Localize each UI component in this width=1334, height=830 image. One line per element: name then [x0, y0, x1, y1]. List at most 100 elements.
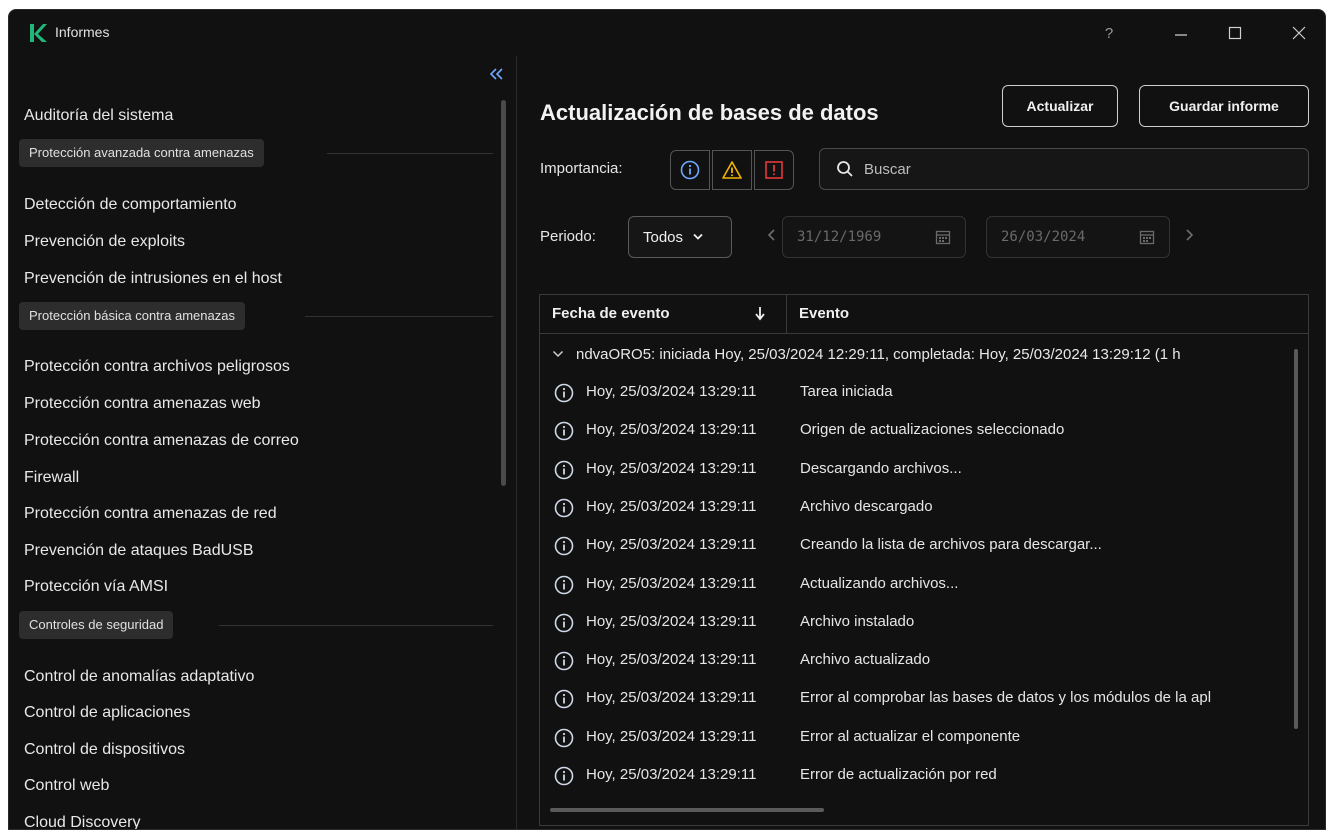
kaspersky-logo-icon — [30, 24, 47, 42]
sidebar-item-host-intrusion-prevention[interactable]: Prevención de intrusiones en el host — [24, 270, 282, 288]
sidebar-item-web-control[interactable]: Control web — [24, 777, 109, 795]
table-row[interactable]: Hoy, 25/03/2024 13:29:11 Error de actuali… — [540, 756, 1296, 794]
sidebar-scrollbar[interactable] — [501, 100, 506, 486]
column-event-date[interactable]: Fecha de evento — [552, 305, 670, 322]
event-date-cell: Hoy, 25/03/2024 13:29:11 — [586, 383, 757, 400]
info-icon — [554, 575, 574, 599]
help-button[interactable]: ? — [1089, 18, 1129, 48]
title-bar: Informes ? — [9, 10, 1325, 56]
column-divider[interactable] — [786, 295, 787, 334]
event-date-cell: Hoy, 25/03/2024 13:29:11 — [586, 536, 757, 554]
event-date-cell: Hoy, 25/03/2024 13:29:11 — [586, 689, 757, 707]
event-cell: Error de actualización por red — [800, 766, 997, 783]
sidebar-item-adaptive-anomaly-control[interactable]: Control de anomalías adaptativo — [24, 668, 254, 686]
filter-critical-toggle[interactable] — [754, 150, 794, 190]
table-row[interactable]: Hoy, 25/03/2024 13:29:11 Error al comprob… — [540, 679, 1296, 717]
sidebar-section-basic-protection: Protección básica contra amenazas — [19, 302, 245, 330]
sidebar-item-application-control[interactable]: Control de aplicaciones — [24, 704, 190, 722]
sidebar-item-file-threat-protection[interactable]: Protección contra archivos peligrosos — [24, 358, 290, 376]
info-icon — [554, 421, 574, 445]
event-cell: Origen de actualizaciones seleccionado — [800, 421, 1065, 439]
close-icon — [1292, 26, 1306, 40]
event-date-cell: Hoy, 25/03/2024 13:29:11 — [586, 612, 757, 630]
sidebar-item-behavior-detection[interactable]: Detección de comportamiento — [24, 196, 237, 214]
task-group-row[interactable]: ndvaORO5: iniciada Hoy, 25/03/2024 12:29… — [540, 335, 1300, 373]
maximize-icon — [1228, 26, 1242, 40]
table-row[interactable]: Hoy, 25/03/2024 13:29:11 Origen de actual… — [540, 411, 1296, 449]
date-to-field[interactable]: 26/03/2024 — [986, 216, 1170, 258]
filter-warning-toggle[interactable] — [712, 150, 752, 190]
maximize-button[interactable] — [1215, 18, 1255, 48]
sidebar-item-exploit-prevention[interactable]: Prevención de exploits — [24, 233, 185, 251]
event-date-cell: Hoy, 25/03/2024 13:29:11 — [586, 459, 757, 477]
table-row[interactable]: Hoy, 25/03/2024 13:29:11 Creando la lista… — [540, 526, 1296, 564]
table-row[interactable]: Hoy, 25/03/2024 13:29:11 Tarea iniciada — [540, 373, 1296, 411]
search-input[interactable] — [864, 160, 1264, 178]
task-group-label: ndvaORO5: iniciada Hoy, 25/03/2024 12:29… — [576, 345, 1181, 363]
sidebar-item-amsi-protection[interactable]: Protección vía AMSI — [24, 578, 168, 596]
info-icon — [554, 651, 574, 675]
table-row[interactable]: Hoy, 25/03/2024 13:29:11 Archivo descarga… — [540, 488, 1296, 526]
chevron-left-icon — [767, 229, 775, 241]
event-cell: Error al comprobar las bases de datos y … — [800, 689, 1212, 707]
warning-icon — [722, 161, 742, 179]
update-button[interactable]: Actualizar — [1002, 85, 1118, 127]
info-icon — [680, 160, 700, 180]
sidebar-item-badusb-prevention[interactable]: Prevención de ataques BadUSB — [24, 542, 253, 560]
calendar-icon — [1139, 230, 1155, 245]
main-panel: Actualización de bases de datos Actualiz… — [518, 56, 1325, 829]
save-report-button[interactable]: Guardar informe — [1139, 85, 1309, 127]
importance-label: Importancia: — [540, 160, 623, 177]
sidebar-section-security-controls: Controles de seguridad — [19, 611, 174, 639]
event-date-cell: Hoy, 25/03/2024 13:29:11 — [586, 574, 757, 592]
event-date-cell: Hoy, 25/03/2024 13:29:11 — [586, 421, 757, 439]
sidebar-item-network-threat-protection[interactable]: Protección contra amenazas de red — [24, 505, 277, 523]
sidebar-item-system-audit[interactable]: Auditoría del sistema — [24, 107, 173, 125]
section-divider — [305, 316, 493, 317]
close-button[interactable] — [1279, 18, 1319, 48]
sidebar-section-advanced-protection: Protección avanzada contra amenazas — [19, 139, 264, 167]
period-select[interactable]: Todos — [628, 216, 732, 258]
next-period-button[interactable] — [1184, 228, 1194, 247]
page-title: Actualización de bases de datos — [540, 100, 879, 125]
table-horizontal-scrollbar[interactable] — [550, 808, 824, 812]
search-box[interactable] — [819, 148, 1309, 190]
chevron-down-icon — [693, 233, 703, 240]
table-row[interactable]: Hoy, 25/03/2024 13:29:11 Error al actuali… — [540, 718, 1296, 756]
table-row[interactable]: Hoy, 25/03/2024 13:29:11 Archivo actualiz… — [540, 641, 1296, 679]
section-divider — [327, 153, 493, 154]
table-row[interactable]: Hoy, 25/03/2024 13:29:11 Archivo instalad… — [540, 603, 1296, 641]
sidebar-item-mail-threat-protection[interactable]: Protección contra amenazas de correo — [24, 432, 299, 450]
chevron-down-icon — [552, 350, 564, 358]
sidebar-item-web-threat-protection[interactable]: Protección contra amenazas web — [24, 395, 261, 413]
previous-period-button[interactable] — [767, 228, 777, 247]
filter-info-toggle[interactable] — [670, 150, 710, 190]
sidebar-item-firewall[interactable]: Firewall — [24, 469, 79, 487]
help-icon: ? — [1104, 24, 1114, 42]
info-icon — [554, 613, 574, 637]
event-date-cell: Hoy, 25/03/2024 13:29:11 — [586, 651, 757, 669]
info-icon — [554, 498, 574, 522]
info-icon — [554, 766, 574, 790]
info-icon — [554, 460, 574, 484]
section-divider — [219, 625, 493, 626]
table-row[interactable]: Hoy, 25/03/2024 13:29:11 Actualizando arc… — [540, 565, 1296, 603]
sidebar-item-device-control[interactable]: Control de dispositivos — [24, 741, 185, 759]
column-event[interactable]: Evento — [799, 305, 849, 322]
table-row[interactable]: Hoy, 25/03/2024 13:29:11 Descargando arch… — [540, 450, 1296, 488]
info-icon — [554, 536, 574, 560]
table-vertical-scrollbar[interactable] — [1294, 349, 1298, 729]
minimize-button[interactable] — [1161, 18, 1201, 48]
info-icon — [554, 728, 574, 752]
calendar-icon — [935, 230, 951, 245]
event-cell: Archivo actualizado — [800, 651, 931, 669]
event-cell: Archivo instalado — [800, 612, 915, 630]
event-cell: Archivo descargado — [800, 497, 933, 515]
events-table: Fecha de evento Evento ndvaORO5: iniciad… — [539, 294, 1309, 826]
window-title: Informes — [55, 24, 110, 40]
sidebar-item-cloud-discovery[interactable]: Cloud Discovery — [24, 814, 140, 829]
collapse-sidebar-button[interactable] — [484, 62, 508, 86]
sort-descending-icon[interactable] — [754, 304, 766, 322]
chevron-right-icon — [1186, 229, 1194, 241]
date-from-field[interactable]: 31/12/1969 — [782, 216, 966, 258]
